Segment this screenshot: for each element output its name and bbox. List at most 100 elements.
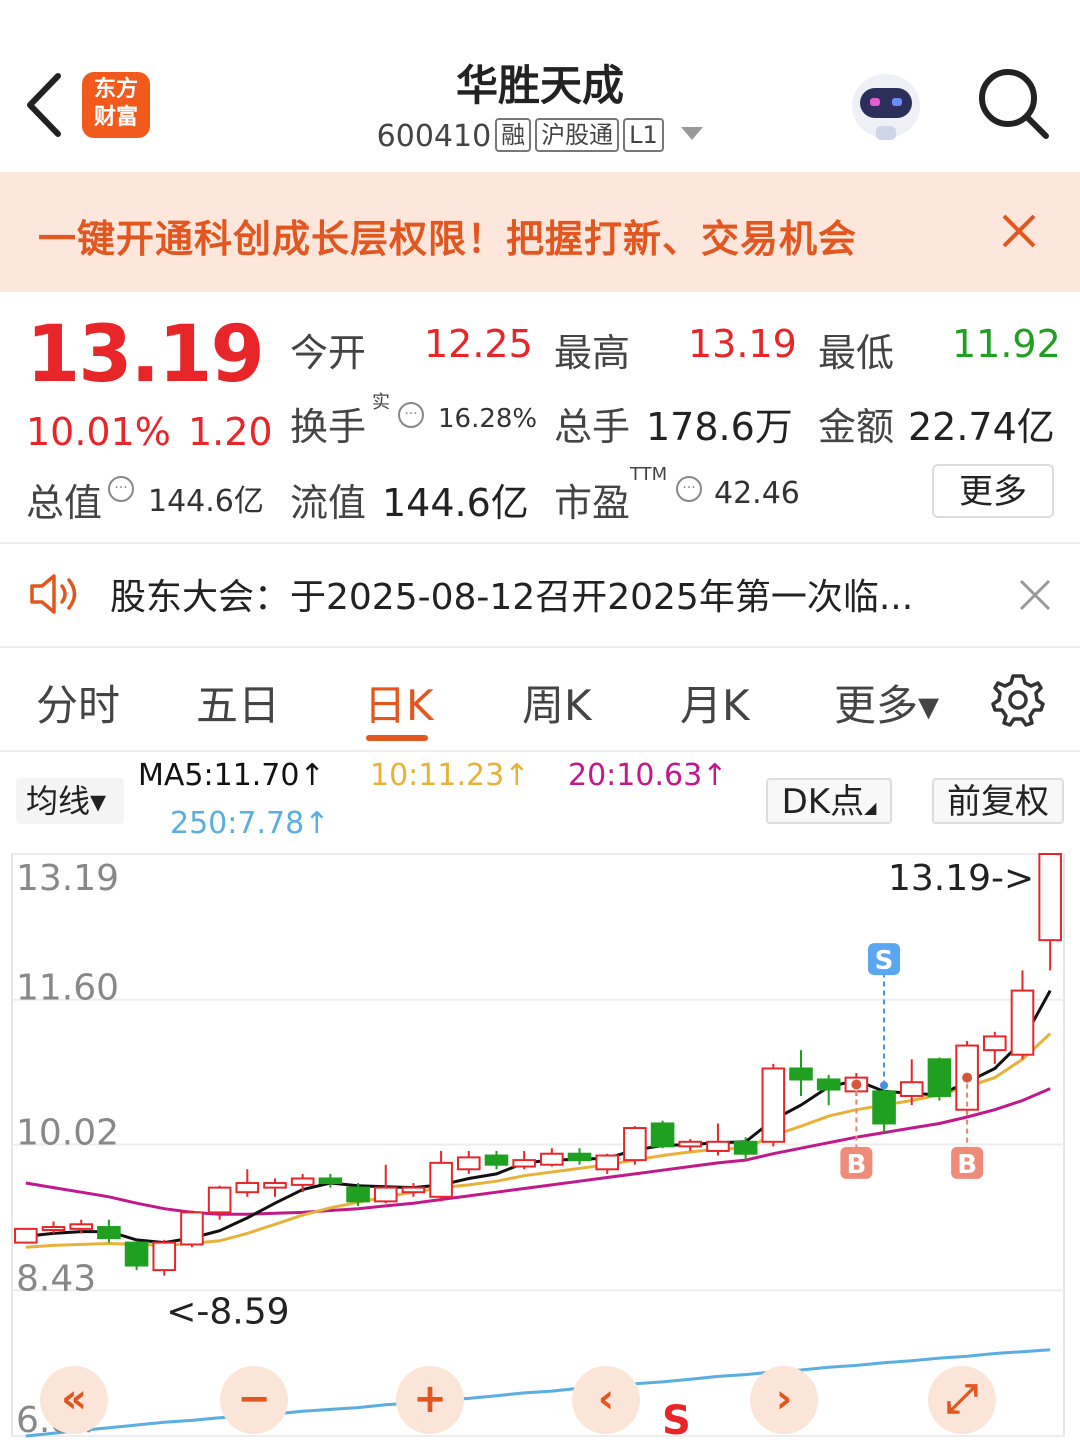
candle-body	[69, 1223, 94, 1230]
tag-level: L1	[623, 118, 664, 152]
ma10-line	[25, 1032, 1052, 1249]
robot-avatar-icon[interactable]	[846, 66, 926, 144]
dk-point-button[interactable]: DK点◢	[766, 778, 892, 824]
candles	[14, 853, 1062, 1276]
corner-triangle-icon: ◢	[864, 798, 877, 817]
sell-signal-text: S	[875, 946, 894, 976]
candle-body	[761, 1067, 786, 1143]
candle-body	[733, 1140, 758, 1155]
candle-body	[14, 1227, 38, 1244]
adjust-mode-button[interactable]: 前复权	[932, 778, 1064, 824]
scroll-right-button[interactable]: ›	[750, 1366, 818, 1434]
chart-grid	[11, 853, 1065, 1437]
candle-body	[484, 1154, 509, 1166]
chevron-down-icon[interactable]	[681, 127, 704, 140]
candle-body	[789, 1067, 813, 1081]
candle-body	[207, 1186, 232, 1214]
divider	[0, 750, 1080, 752]
last-price: 13.19	[26, 310, 265, 400]
info-icon[interactable]: ···	[394, 402, 428, 428]
ma10-label: 10:11.23↑	[370, 758, 530, 793]
candle-body	[235, 1182, 260, 1194]
y-axis-labels: 13.1911.6010.028.436.84	[16, 858, 119, 1441]
float-cap-value: 144.6亿	[382, 481, 529, 525]
close-icon[interactable]	[1018, 578, 1052, 612]
gear-icon[interactable]	[990, 672, 1046, 728]
candle-body	[512, 1159, 536, 1168]
candle-body	[678, 1140, 703, 1148]
candle-body	[346, 1186, 370, 1203]
turnover-value: 16.28%	[438, 404, 538, 434]
volume-value: 178.6万	[646, 405, 793, 449]
pe-sup: TTM	[630, 464, 668, 485]
y-tick-label: 13.19	[16, 858, 119, 899]
buy-signal-dot	[851, 1079, 862, 1090]
candle-body	[429, 1161, 453, 1198]
tab-five-day[interactable]: 五日	[196, 672, 280, 733]
candle-body	[97, 1226, 121, 1240]
turnover-sup: 实	[372, 392, 390, 413]
scroll-left-button[interactable]: ‹	[572, 1366, 640, 1434]
scroll-left-fast-button[interactable]: «	[40, 1366, 108, 1434]
candle-body	[401, 1186, 426, 1194]
ma-select[interactable]: 均线▾	[16, 778, 124, 824]
tab-intraday[interactable]: 分时	[36, 672, 120, 733]
low-label: 最低	[818, 331, 895, 375]
turnover-label: 换手	[290, 405, 367, 449]
tab-daily-k[interactable]: 日K	[364, 672, 434, 733]
search-icon[interactable]	[976, 66, 1050, 140]
y-tick-label: 8.43	[16, 1258, 96, 1299]
buy-signal-text: B	[846, 1150, 866, 1180]
candle-body	[816, 1078, 841, 1091]
amount-label: 金额	[818, 405, 895, 449]
ma-lines	[25, 989, 1052, 1438]
dk-point-label: DK点	[781, 782, 865, 822]
kline-chart[interactable]: 13.1911.6010.028.436.84 13.19-><-8.59SBB	[0, 846, 1080, 1444]
candle-body	[124, 1241, 149, 1267]
candle-body	[567, 1152, 592, 1162]
candle-body	[152, 1241, 177, 1272]
candle-body	[1038, 853, 1062, 942]
volume-label: 总手	[554, 405, 631, 449]
candle-body	[456, 1156, 481, 1171]
active-tab-indicator	[366, 735, 428, 741]
change-percent: 10.01%	[26, 410, 171, 454]
candle-body	[318, 1177, 343, 1185]
max-price-label: 13.19->	[888, 858, 1034, 899]
zoom-in-button[interactable]: +	[396, 1366, 464, 1434]
candle-body	[540, 1152, 564, 1166]
tag-connect: 沪股通	[535, 118, 620, 152]
tab-weekly-k[interactable]: 周K	[522, 672, 592, 733]
candle-body	[595, 1154, 620, 1171]
tag-margin: 融	[495, 118, 532, 152]
min-price-label: <-8.59	[166, 1292, 289, 1333]
more-quote-button[interactable]: 更多	[932, 464, 1054, 518]
ma20-line	[25, 1087, 1051, 1216]
speaker-icon	[30, 574, 77, 614]
close-icon[interactable]	[1000, 212, 1038, 250]
notice-text[interactable]: 股东大会：于2025-08-12召开2025年第一次临...	[110, 568, 913, 620]
ma250-label: 250:7.78↑	[170, 806, 330, 841]
fullscreen-button[interactable]: ⤢	[928, 1366, 996, 1434]
zoom-out-button[interactable]: −	[220, 1366, 288, 1434]
promo-banner-text[interactable]: 一键开通科创成长层权限！把握打新、交易机会	[38, 208, 857, 263]
candle-body	[982, 1035, 1007, 1052]
pe-value: 42.46	[714, 476, 800, 511]
stock-code: 600410	[376, 119, 492, 154]
tab-monthly-k[interactable]: 月K	[680, 672, 750, 733]
candle-body	[650, 1122, 675, 1148]
info-icon[interactable]: ···	[104, 476, 138, 502]
candle-body	[41, 1226, 66, 1232]
candle-body	[263, 1182, 287, 1189]
change-amount: 1.20	[188, 410, 273, 454]
ma250-line	[25, 1348, 1051, 1438]
candle-body	[180, 1211, 204, 1246]
tab-more[interactable]: 更多▾	[834, 672, 939, 733]
low-value: 11.92	[952, 322, 1061, 366]
y-tick-label: 11.60	[16, 968, 119, 1009]
candle-body	[623, 1127, 647, 1162]
ma5-line	[25, 989, 1052, 1245]
y-tick-label: 10.02	[16, 1113, 119, 1154]
info-icon[interactable]: ···	[672, 476, 706, 502]
open-label: 今开	[290, 331, 367, 375]
